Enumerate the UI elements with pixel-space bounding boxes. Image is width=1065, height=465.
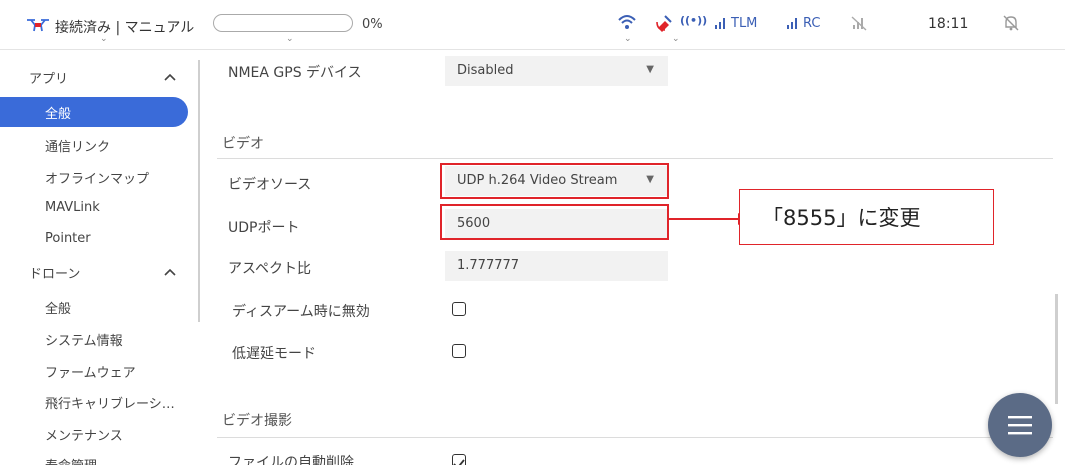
satellite-chevron-icon: ⌄ bbox=[672, 34, 680, 44]
video-source-highlight bbox=[440, 163, 669, 199]
progress-chevron-icon: ⌄ bbox=[286, 34, 294, 44]
section-title-video: ビデオ bbox=[222, 136, 264, 152]
sidebar-item-comm-links[interactable]: 通信リンク bbox=[45, 136, 110, 155]
progress-percent: 0% bbox=[362, 17, 383, 32]
section-divider bbox=[217, 158, 1053, 159]
sidebar-item-label: 全般 bbox=[45, 107, 72, 122]
connection-chevron-icon: ⌄ bbox=[100, 34, 108, 44]
no-signal-icon[interactable] bbox=[851, 15, 867, 31]
sidebar-item-maintenance[interactable]: メンテナンス bbox=[45, 425, 123, 444]
wifi-chevron-icon: ⌄ bbox=[624, 34, 632, 44]
video-source-label: ビデオソース bbox=[228, 177, 312, 193]
udp-port-highlight bbox=[440, 204, 669, 240]
progress-bar bbox=[213, 14, 353, 32]
checkmark-icon bbox=[453, 459, 465, 465]
nmea-gps-value: Disabled bbox=[457, 63, 514, 78]
sidebar-item-offline-maps[interactable]: オフラインマップ bbox=[45, 168, 149, 187]
chevron-up-icon[interactable] bbox=[163, 72, 177, 82]
drone-icon[interactable] bbox=[26, 18, 50, 32]
bell-muted-icon[interactable] bbox=[1002, 14, 1020, 32]
sidebar-item-general-app[interactable] bbox=[0, 97, 188, 127]
wifi-icon[interactable] bbox=[617, 13, 637, 31]
radio-indicator: ((•)) bbox=[680, 14, 708, 27]
sidebar-item-system-info[interactable]: システム情報 bbox=[45, 330, 123, 349]
auto-delete-label: ファイルの自動削除 bbox=[228, 455, 354, 465]
dropdown-arrow-icon: ▼ bbox=[646, 64, 654, 75]
auto-delete-checkbox[interactable] bbox=[452, 454, 466, 465]
menu-button[interactable] bbox=[988, 393, 1052, 457]
clock: 18:11 bbox=[928, 16, 969, 32]
nmea-gps-label: NMEA GPS デバイス bbox=[228, 65, 362, 81]
chevron-up-icon[interactable] bbox=[163, 267, 177, 277]
sidebar-item-pointer[interactable]: Pointer bbox=[45, 231, 91, 246]
scrollbar[interactable] bbox=[1055, 294, 1058, 404]
signal-bars-icon bbox=[787, 18, 797, 29]
annotation-arrow-icon bbox=[668, 213, 748, 225]
nmea-gps-select[interactable]: Disabled ▼ bbox=[445, 56, 668, 86]
sidebar-divider bbox=[198, 60, 200, 322]
settings-sidebar: アプリ 全般 通信リンク オフラインマップ MAVLink Pointer ドロ… bbox=[0, 52, 200, 465]
sidebar-item-mavlink[interactable]: MAVLink bbox=[45, 200, 100, 215]
aspect-ratio-label: アスペクト比 bbox=[228, 261, 312, 277]
sidebar-item-lifetime[interactable]: 寿命管理 bbox=[45, 455, 97, 465]
sidebar-item-firmware[interactable]: ファームウェア bbox=[45, 362, 136, 381]
top-toolbar: 接続済み | マニュアル ⌄ ⌄ 0% ⌄ ((•)) ⌄ TLM RC 18:… bbox=[0, 0, 1065, 50]
sidebar-group-app[interactable]: アプリ bbox=[29, 68, 68, 87]
sidebar-group-drone[interactable]: ドローン bbox=[29, 263, 80, 282]
rc-indicator[interactable]: RC bbox=[803, 16, 820, 31]
aspect-ratio-input[interactable]: 1.777777 bbox=[445, 251, 668, 281]
signal-bars-icon bbox=[715, 18, 725, 29]
section-title-recording: ビデオ撮影 bbox=[222, 413, 292, 429]
section-divider bbox=[217, 437, 1053, 438]
sidebar-item-flight-calibration[interactable]: 飛行キャリブレーシ… bbox=[45, 393, 175, 412]
disable-on-disarm-label: ディスアーム時に無効 bbox=[232, 304, 370, 320]
annotation-callout: 「8555」に変更 bbox=[739, 189, 994, 245]
sidebar-item-general-drone[interactable]: 全般 bbox=[45, 298, 71, 317]
low-latency-label: 低遅延モード bbox=[232, 346, 316, 362]
satellite-icon[interactable] bbox=[655, 12, 679, 32]
connection-status[interactable]: 接続済み | マニュアル bbox=[55, 17, 194, 37]
aspect-ratio-value: 1.777777 bbox=[457, 258, 520, 273]
hamburger-menu-icon bbox=[1008, 416, 1032, 435]
udp-port-label: UDPポート bbox=[228, 220, 300, 236]
disable-on-disarm-checkbox[interactable] bbox=[452, 302, 466, 316]
low-latency-checkbox[interactable] bbox=[452, 344, 466, 358]
tlm-indicator[interactable]: TLM bbox=[731, 16, 757, 31]
